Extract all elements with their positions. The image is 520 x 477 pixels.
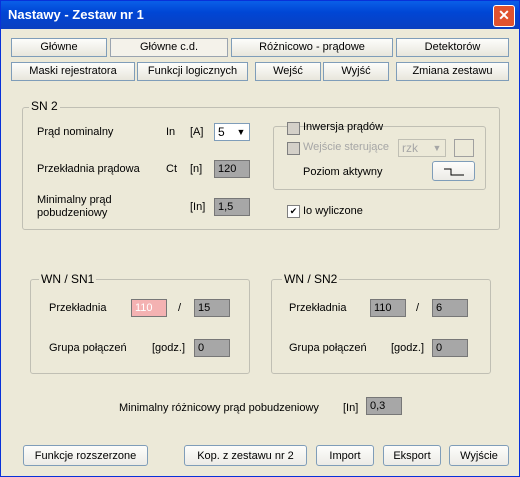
io-calculated-label: Io wyliczone — [303, 205, 363, 217]
nominal-current-symbol: In — [166, 126, 176, 138]
wn-sn1-group-unit: [godz.] — [152, 342, 186, 354]
tab-logic-functions[interactable]: Funkcji logicznych — [137, 62, 248, 81]
window-title: Nastawy - Zestaw nr 1 — [8, 7, 144, 22]
wn-sn1-title: WN / SN1 — [39, 272, 97, 286]
settings-window: Nastawy - Zestaw nr 1 ✕ Główne Główne c.… — [0, 0, 520, 477]
inversion-checkbox[interactable] — [287, 122, 300, 135]
tab-differential[interactable]: Różnicowo - prądowe — [231, 38, 393, 57]
wn-sn1-group-field[interactable]: 0 — [194, 339, 230, 357]
min-current-label-2: pobudzeniowy — [37, 207, 108, 219]
chevron-down-icon: ▼ — [236, 127, 246, 137]
nominal-current-select[interactable]: 5 ▼ — [214, 123, 250, 141]
close-icon: ✕ — [498, 7, 510, 23]
wn-sn1-ratio-secondary[interactable]: 15 — [194, 299, 230, 317]
control-input-value: rzk — [402, 141, 418, 155]
close-button[interactable]: ✕ — [493, 5, 515, 27]
control-input-checkbox[interactable] — [287, 142, 300, 155]
io-calculated-checkbox[interactable]: ✔ — [287, 205, 300, 218]
checkmark-icon: ✔ — [289, 206, 298, 216]
ratio-separator: / — [416, 302, 420, 314]
wn-sn1-group — [30, 279, 250, 374]
wn-sn2-group-field[interactable]: 0 — [432, 339, 468, 357]
tab-recorder-masks[interactable]: Maski rejestratora — [11, 62, 135, 81]
current-ratio-symbol: Ct — [166, 163, 177, 175]
control-input-select[interactable]: rzk ▼ — [398, 139, 446, 157]
titlebar[interactable]: Nastawy - Zestaw nr 1 ✕ — [1, 1, 519, 29]
nominal-current-label: Prąd nominalny — [37, 126, 114, 138]
current-ratio-unit: [n] — [190, 163, 203, 175]
min-current-label-1: Minimalny prąd — [37, 194, 112, 206]
wn-sn1-group-label: Grupa połączeń — [49, 342, 127, 354]
tab-main-continued[interactable]: Główne c.d. — [110, 38, 228, 57]
wn-sn2-title: WN / SN2 — [282, 272, 340, 286]
wn-sn2-group-label: Grupa połączeń — [289, 342, 367, 354]
ratio-separator: / — [178, 302, 182, 314]
inversion-label: Inwersja prądów — [303, 121, 384, 133]
control-input-label: Wejście sterujące — [303, 141, 389, 153]
wn-sn2-ratio-secondary[interactable]: 6 — [432, 299, 468, 317]
import-button[interactable]: Import — [316, 445, 374, 466]
current-ratio-field[interactable]: 120 — [214, 160, 250, 178]
min-current-unit: [In] — [190, 201, 206, 213]
tab-change-set[interactable]: Zmiana zestawu — [396, 62, 509, 81]
min-diff-current-label: Minimalny różnicowy prąd pobudzeniowy — [119, 402, 319, 414]
wn-sn2-ratio-label: Przekładnia — [289, 302, 347, 314]
control-input-field[interactable] — [454, 139, 474, 157]
wn-sn2-ratio-primary[interactable]: 110 — [370, 299, 406, 317]
active-level-label: Poziom aktywny — [303, 166, 383, 178]
extended-functions-button[interactable]: Funkcje rozszerzone — [23, 445, 148, 466]
export-button[interactable]: Eksport — [383, 445, 441, 466]
chevron-down-icon: ▼ — [432, 143, 442, 153]
active-level-button[interactable] — [432, 161, 475, 181]
min-diff-current-unit: [In] — [343, 402, 359, 414]
tab-main[interactable]: Główne — [11, 38, 107, 57]
min-diff-current-field[interactable]: 0,3 — [366, 397, 402, 415]
wn-sn2-group — [271, 279, 491, 374]
wn-sn2-group-unit: [godz.] — [391, 342, 425, 354]
nominal-current-value: 5 — [218, 125, 225, 139]
falling-edge-icon — [443, 168, 464, 176]
tab-detectors[interactable]: Detektorów — [396, 38, 509, 57]
sn2-title: SN 2 — [29, 99, 60, 113]
exit-button[interactable]: Wyjście — [449, 445, 509, 466]
wn-sn1-ratio-primary[interactable]: 110 — [131, 299, 167, 317]
wn-sn1-ratio-label: Przekładnia — [49, 302, 107, 314]
copy-from-set-2-button[interactable]: Kop. z zestawu nr 2 — [184, 445, 307, 466]
min-current-field[interactable]: 1,5 — [214, 198, 250, 216]
tab-inputs[interactable]: Wejść — [255, 62, 321, 81]
current-ratio-label: Przekładnia prądowa — [37, 163, 140, 175]
nominal-current-unit: [A] — [190, 126, 204, 138]
tab-outputs[interactable]: Wyjść — [323, 62, 389, 81]
